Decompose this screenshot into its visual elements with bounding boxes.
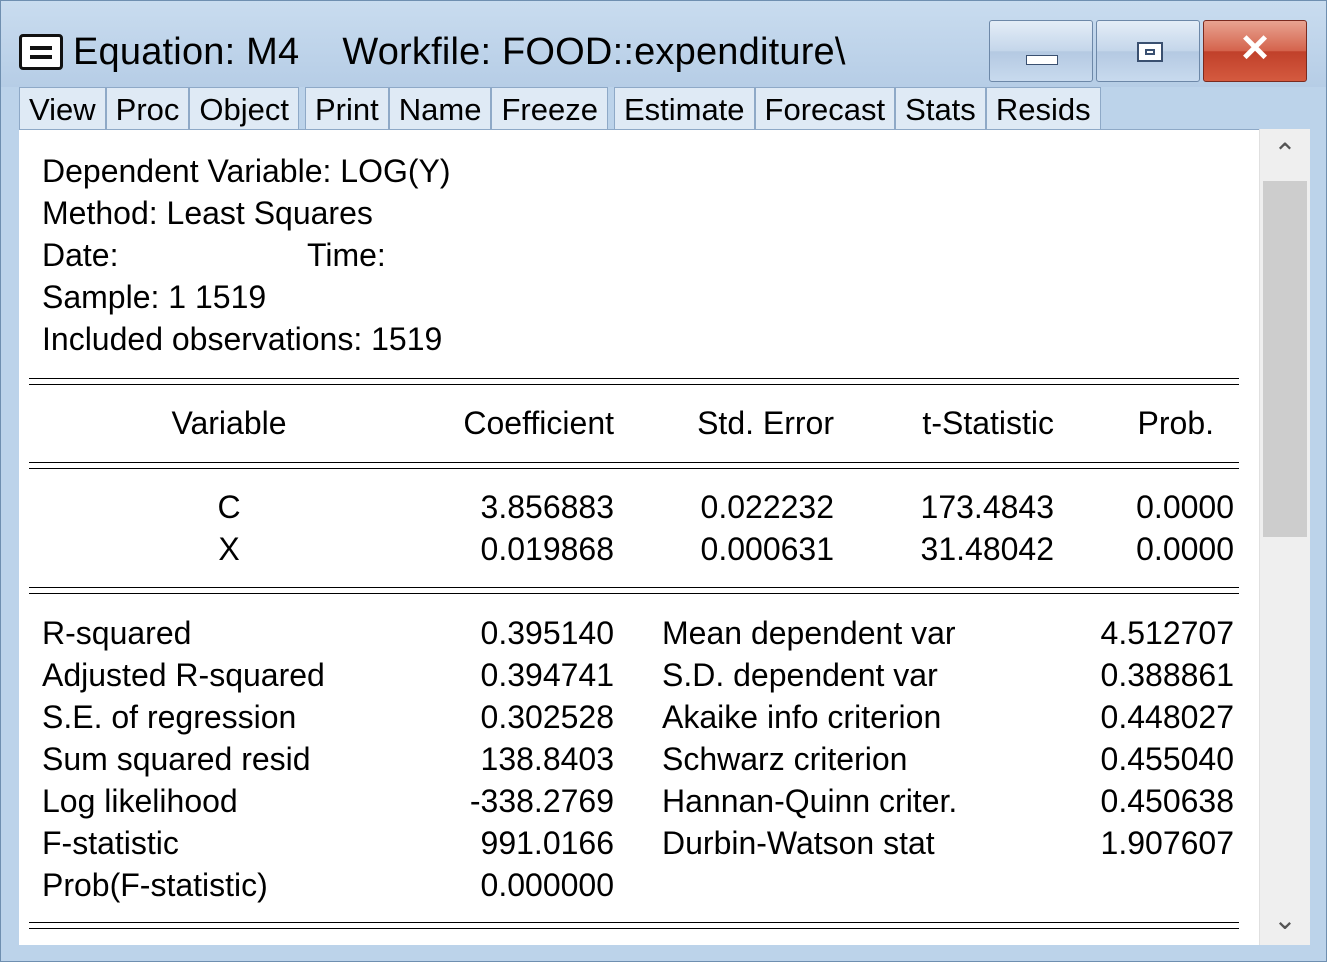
vertical-scrollbar[interactable]: ⌃ ⌄ bbox=[1259, 129, 1310, 945]
row-x-variable: X bbox=[218, 531, 240, 567]
object-button[interactable]: Object bbox=[189, 87, 299, 129]
included-observations: Included observations: 1519 bbox=[42, 321, 443, 357]
divider bbox=[29, 468, 1239, 469]
freeze-button[interactable]: Freeze bbox=[491, 87, 608, 129]
stat-value: 4.512707 bbox=[1100, 615, 1234, 651]
col-variable: Variable bbox=[171, 405, 287, 441]
divider bbox=[29, 593, 1239, 594]
row-x-coefficient: 0.019868 bbox=[480, 531, 614, 567]
divider bbox=[29, 384, 1239, 385]
date-label: Date: bbox=[42, 237, 119, 273]
stat-value: 138.8403 bbox=[480, 741, 614, 777]
stat-label: R-squared bbox=[42, 615, 192, 651]
close-button[interactable]: ✕ bbox=[1203, 20, 1307, 82]
stat-label: Schwarz criterion bbox=[662, 741, 908, 777]
row-x-std-error: 0.000631 bbox=[700, 531, 834, 567]
scrollbar-thumb[interactable] bbox=[1263, 181, 1307, 537]
view-button[interactable]: View bbox=[19, 87, 106, 129]
stat-label: Durbin-Watson stat bbox=[662, 825, 935, 861]
col-coefficient: Coefficient bbox=[463, 405, 614, 441]
method: Method: Least Squares bbox=[42, 195, 373, 231]
resids-button[interactable]: Resids bbox=[985, 87, 1101, 129]
close-icon: ✕ bbox=[1239, 28, 1271, 70]
divider bbox=[29, 462, 1239, 463]
divider bbox=[29, 922, 1239, 923]
row-c-prob: 0.0000 bbox=[1136, 489, 1234, 525]
row-c-variable: C bbox=[217, 489, 241, 525]
minimize-icon bbox=[1026, 55, 1058, 65]
stat-label: Sum squared resid bbox=[42, 741, 311, 777]
toolbar: View Proc Object Print Name Freeze Estim… bbox=[19, 87, 1101, 129]
stat-label: F-statistic bbox=[42, 825, 179, 861]
minimize-button[interactable] bbox=[989, 20, 1093, 82]
stat-label: Adjusted R-squared bbox=[42, 657, 325, 693]
stat-value: 0.302528 bbox=[480, 699, 614, 735]
divider bbox=[29, 378, 1239, 379]
stat-label: Prob(F-statistic) bbox=[42, 867, 268, 903]
estimate-button[interactable]: Estimate bbox=[613, 87, 755, 129]
sample: Sample: 1 1519 bbox=[42, 279, 267, 315]
forecast-button[interactable]: Forecast bbox=[754, 87, 896, 129]
equation-window: Equation: M4 Workfile: FOOD::expenditure… bbox=[0, 0, 1327, 962]
name-button[interactable]: Name bbox=[388, 87, 492, 129]
stat-value: 0.448027 bbox=[1100, 699, 1234, 735]
stat-value: 0.395140 bbox=[480, 615, 614, 651]
system-menu-icon[interactable] bbox=[19, 34, 63, 70]
stat-label: Log likelihood bbox=[42, 783, 238, 819]
proc-button[interactable]: Proc bbox=[105, 87, 190, 129]
stat-value: 1.907607 bbox=[1100, 825, 1234, 861]
maximize-button[interactable] bbox=[1096, 20, 1200, 82]
restore-icon bbox=[1137, 42, 1163, 62]
stat-value: 0.455040 bbox=[1100, 741, 1234, 777]
stat-label: Mean dependent var bbox=[662, 615, 956, 651]
stat-label: S.D. dependent var bbox=[662, 657, 938, 693]
col-std-error: Std. Error bbox=[697, 405, 834, 441]
title-bar[interactable]: Equation: M4 Workfile: FOOD::expenditure… bbox=[1, 1, 1326, 87]
stat-value: -338.2769 bbox=[469, 783, 614, 819]
stat-value: 991.0166 bbox=[480, 825, 614, 861]
stat-label: S.E. of regression bbox=[42, 699, 297, 735]
stats-button[interactable]: Stats bbox=[895, 87, 986, 129]
window-bottom-border bbox=[19, 945, 1309, 959]
divider bbox=[29, 928, 1239, 929]
divider bbox=[29, 587, 1239, 588]
col-prob: Prob. bbox=[1137, 405, 1214, 441]
stat-value: 0.000000 bbox=[480, 867, 614, 903]
row-x-prob: 0.0000 bbox=[1136, 531, 1234, 567]
output-area: Dependent Variable: LOG(Y) Method: Least… bbox=[19, 129, 1259, 946]
dependent-variable: Dependent Variable: LOG(Y) bbox=[42, 153, 451, 189]
stat-value: 0.450638 bbox=[1100, 783, 1234, 819]
stat-label: Hannan-Quinn criter. bbox=[662, 783, 958, 819]
scroll-down-icon[interactable]: ⌄ bbox=[1260, 895, 1310, 945]
stat-label: Akaike info criterion bbox=[662, 699, 942, 735]
row-c-coefficient: 3.856883 bbox=[480, 489, 614, 525]
window-title: Equation: M4 Workfile: FOOD::expenditure… bbox=[73, 31, 846, 73]
print-button[interactable]: Print bbox=[305, 87, 389, 129]
time-label: Time: bbox=[307, 237, 386, 273]
row-c-std-error: 0.022232 bbox=[700, 489, 834, 525]
scroll-up-icon[interactable]: ⌃ bbox=[1260, 129, 1310, 179]
stat-value: 0.388861 bbox=[1100, 657, 1234, 693]
stat-value: 0.394741 bbox=[480, 657, 614, 693]
